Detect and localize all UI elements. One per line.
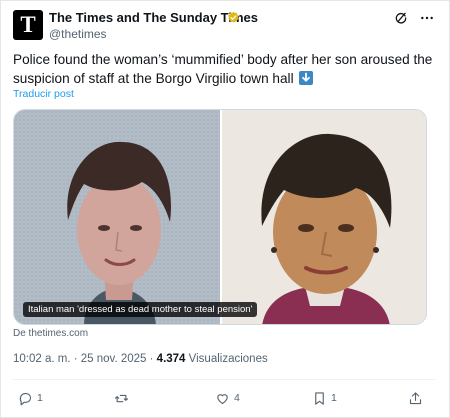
tweet-meta: 10:02 a. m. · 25 nov. 2025 · 4.374 Visua… xyxy=(13,353,268,365)
like-count: 4 xyxy=(234,392,240,404)
bookmark-button[interactable]: 1 xyxy=(312,390,337,406)
source-link[interactable]: De thetimes.com xyxy=(13,328,88,339)
down-arrow-emoji-icon xyxy=(299,71,314,85)
reply-count: 1 xyxy=(37,392,43,404)
reply-icon xyxy=(19,392,32,405)
views-label: Visualizaciones xyxy=(188,353,268,365)
translate-link[interactable]: Traducir post xyxy=(13,88,74,100)
tweet-card[interactable]: T The Times and The Sunday Times @thetim… xyxy=(0,0,450,418)
retweet-button[interactable] xyxy=(114,390,133,406)
man-in-disguise-photo xyxy=(222,110,426,324)
bookmark-count: 1 xyxy=(331,392,337,404)
reply-button[interactable]: 1 xyxy=(18,390,43,406)
like-button[interactable]: 4 xyxy=(215,390,240,406)
separator xyxy=(13,379,435,380)
retweet-icon xyxy=(115,394,128,402)
share-icon xyxy=(409,391,422,404)
tweet-time[interactable]: 10:02 a. m. xyxy=(13,353,71,365)
verified-badge-icon xyxy=(228,11,239,23)
tweet-date[interactable]: 25 nov. 2025 xyxy=(81,353,147,365)
woman-passport-photo xyxy=(14,110,220,324)
more-icon[interactable] xyxy=(419,10,435,26)
author-handle[interactable]: @thetimes xyxy=(49,27,107,41)
bookmark-icon xyxy=(315,391,324,405)
media-card[interactable]: Italian man 'dressed as dead mother to s… xyxy=(13,109,427,325)
media-caption: Italian man 'dressed as dead mother to s… xyxy=(23,302,258,317)
tweet-text-body: Police found the woman’s ‘mummified’ bod… xyxy=(13,52,433,86)
tweet-text: Police found the woman’s ‘mummified’ bod… xyxy=(13,50,433,88)
views-count: 4.374 xyxy=(156,353,186,365)
like-icon xyxy=(217,393,228,404)
grok-icon[interactable] xyxy=(394,11,408,25)
share-button[interactable] xyxy=(408,390,423,406)
avatar[interactable]: T xyxy=(13,10,43,40)
